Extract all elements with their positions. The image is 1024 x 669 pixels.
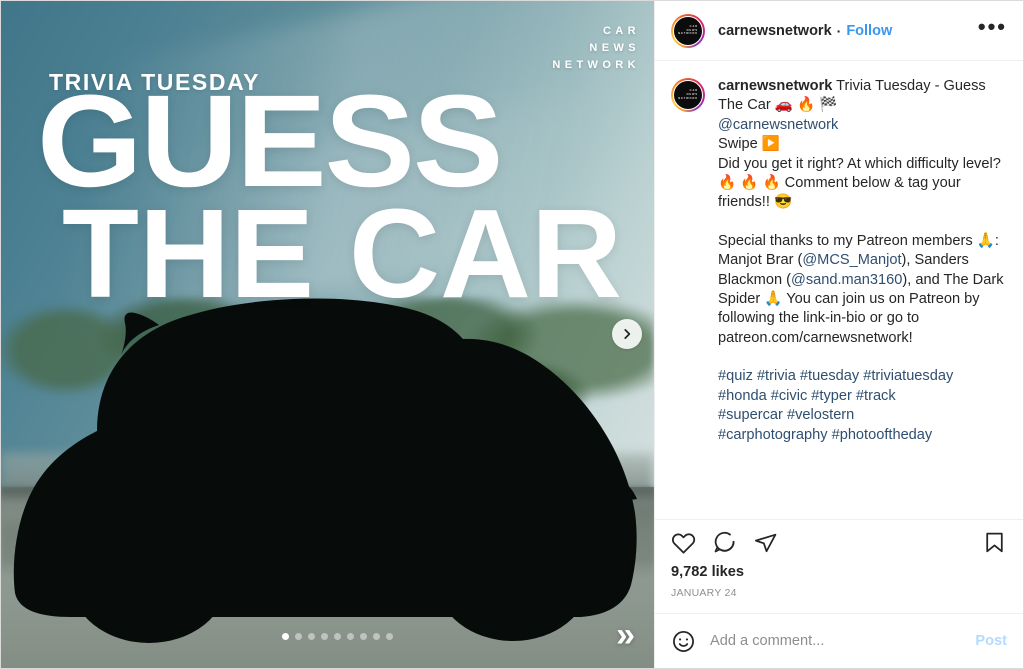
caption-scroll-area[interactable]: CAR NEWS NETWORK carnewsnetwork Trivia T…	[655, 61, 1023, 519]
caption-avatar-text-3: NETWORK	[678, 96, 698, 100]
instagram-post: CAR NEWS NETWORK TRIVIA TUESDAY GUESS TH…	[0, 0, 1024, 669]
caption-swipe: Swipe ▶️	[718, 136, 780, 153]
watermark-line-1: CAR	[602, 25, 640, 37]
watermark-line-2: NEWS	[589, 42, 640, 54]
follow-button[interactable]: Follow	[846, 23, 892, 39]
headline: GUESS THE CAR	[37, 75, 628, 325]
brand-watermark: CAR NEWS NETWORK	[552, 23, 640, 74]
heart-icon	[672, 533, 696, 554]
share-icon	[755, 533, 777, 553]
carousel-dot[interactable]	[386, 633, 393, 640]
comment-button[interactable]	[712, 530, 737, 555]
caption-avatar[interactable]: CAR NEWS NETWORK	[671, 78, 705, 112]
carousel-next-button[interactable]	[612, 319, 642, 349]
share-button[interactable]	[753, 530, 778, 555]
comment-bar: Post	[655, 613, 1023, 668]
caption-row: CAR NEWS NETWORK carnewsnetwork Trivia T…	[671, 77, 1007, 445]
header-username[interactable]: carnewsnetwork	[718, 23, 832, 39]
avatar-image: CAR NEWS NETWORK	[673, 15, 703, 46]
more-options-icon[interactable]: •••	[978, 15, 1007, 39]
header-separator: ·	[836, 22, 842, 39]
carousel-dot[interactable]	[282, 633, 289, 640]
post-actions: 9,782 likes JANUARY 24	[655, 519, 1023, 613]
hashtag-line-1[interactable]: #quiz #trivia #tuesday #triviatuesday	[718, 368, 953, 384]
like-count[interactable]: 9,782 likes	[671, 564, 1007, 580]
like-button[interactable]	[671, 530, 696, 555]
caption-text: carnewsnetwork Trivia Tuesday - Guess Th…	[718, 77, 1007, 445]
carousel-dot[interactable]	[321, 633, 328, 640]
action-icon-row	[671, 530, 1007, 555]
caption-thanks: Special thanks to my Patreon members 🙏: …	[718, 232, 1007, 348]
emoji-picker-button[interactable]	[671, 629, 696, 654]
carousel-dot[interactable]	[334, 633, 341, 640]
chevron-right-icon	[624, 329, 631, 339]
caption-username[interactable]: carnewsnetwork	[718, 78, 832, 94]
hashtag-line-2[interactable]: #honda #civic #typer #track	[718, 388, 896, 404]
carousel-dot[interactable]	[373, 633, 380, 640]
carousel-dot[interactable]	[295, 633, 302, 640]
caption-mention[interactable]: @carnewsnetwork	[718, 117, 838, 133]
carousel-dot[interactable]	[347, 633, 354, 640]
hashtag-line-3[interactable]: #supercar #velostern	[718, 407, 854, 423]
headline-line-1: GUESS	[37, 67, 503, 214]
caption-question: Did you get it right? At which difficult…	[718, 155, 1001, 211]
caption-avatar-image: CAR NEWS NETWORK	[673, 80, 703, 110]
caption-fade-overlay	[655, 493, 1023, 519]
carousel-dot[interactable]	[360, 633, 367, 640]
comment-input[interactable]	[710, 633, 976, 649]
watermark-line-3: NETWORK	[552, 59, 640, 71]
caption-hashtags[interactable]: #quiz #trivia #tuesday #triviatuesday #h…	[718, 367, 1007, 445]
post-sidebar: CAR NEWS NETWORK carnewsnetwork · Follow…	[654, 1, 1023, 668]
avatar[interactable]: CAR NEWS NETWORK	[671, 13, 705, 48]
post-media[interactable]: CAR NEWS NETWORK TRIVIA TUESDAY GUESS TH…	[1, 1, 654, 668]
comment-icon	[714, 531, 735, 553]
carousel-dots[interactable]	[282, 633, 393, 640]
hashtag-line-4[interactable]: #carphotography #photooftheday	[718, 427, 932, 443]
swipe-indicator[interactable]: »	[616, 618, 635, 652]
post-date: JANUARY 24	[671, 587, 737, 599]
bookmark-icon	[986, 532, 1003, 553]
caption-mention-manjot[interactable]: @MCS_Manjot	[802, 252, 901, 268]
emoji-icon	[673, 630, 694, 652]
avatar-text-line-3: NETWORK	[678, 32, 698, 36]
caption-mention-sandman[interactable]: @sand.man3160	[791, 272, 902, 288]
carousel-dot[interactable]	[308, 633, 315, 640]
post-comment-button[interactable]: Post	[975, 633, 1007, 649]
headline-line-2: THE CAR	[62, 183, 622, 325]
save-button[interactable]	[982, 530, 1007, 555]
post-header: CAR NEWS NETWORK carnewsnetwork · Follow…	[655, 1, 1023, 61]
